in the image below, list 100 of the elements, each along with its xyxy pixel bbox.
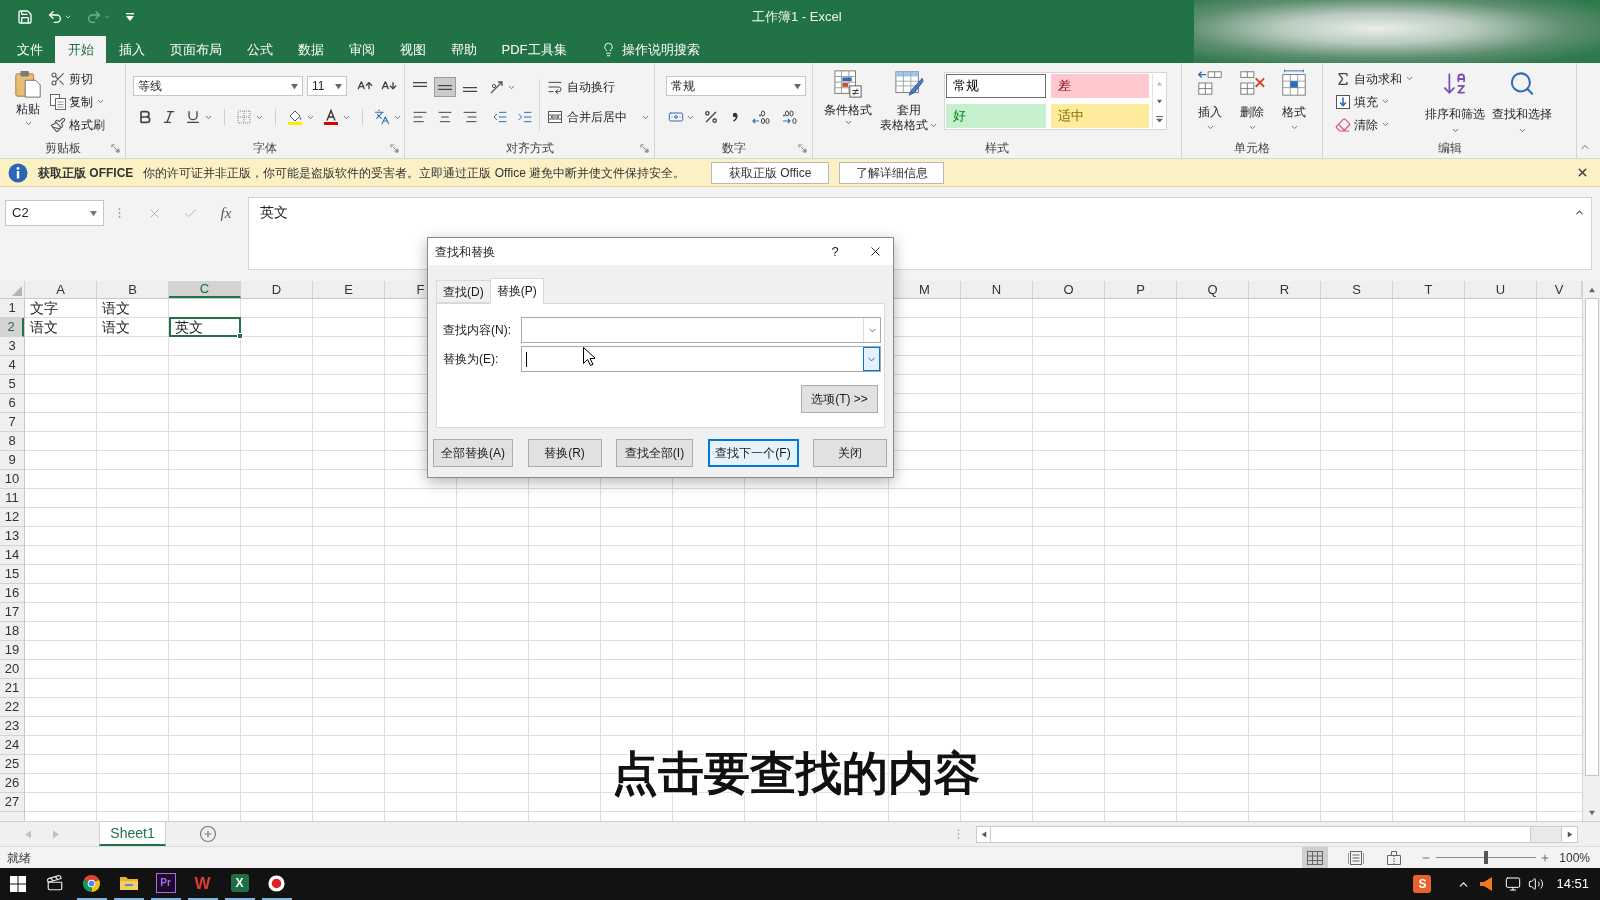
table-cell[interactable]: 语文 (25, 318, 97, 337)
dialog-tab[interactable]: 替换(P) (489, 278, 544, 304)
menu-tab[interactable]: 插入 (106, 36, 157, 63)
taskbar-button[interactable]: X (221, 868, 258, 900)
scroll-down-icon[interactable] (1155, 98, 1163, 104)
fill-handle-icon[interactable] (237, 333, 243, 339)
column-header[interactable]: U (1465, 281, 1537, 298)
insert-function-button[interactable]: fx (218, 201, 234, 225)
vertical-scrollbar[interactable] (1582, 281, 1600, 821)
combo-field[interactable] (521, 317, 881, 343)
table-cell[interactable]: 语文 (97, 318, 169, 337)
menu-tab[interactable]: 公式 (234, 36, 285, 63)
font-size-combo[interactable]: 11 (307, 76, 347, 96)
wrap-text-button[interactable]: 自动换行 (547, 77, 650, 97)
up-arrow-icon[interactable] (1587, 286, 1596, 293)
row-header[interactable]: 4 (0, 356, 24, 375)
cell-style-tile[interactable]: 差 (1051, 74, 1149, 98)
row-header[interactable]: 3 (0, 337, 24, 356)
dialog-launcher-icon[interactable] (111, 143, 120, 153)
row-header[interactable]: 19 (0, 641, 24, 660)
row-header[interactable]: 15 (0, 565, 24, 584)
table-cell[interactable]: 文字 (25, 299, 97, 318)
autosum-button[interactable]: 自动求和 (1335, 67, 1423, 90)
menu-tab[interactable]: 文件 (4, 36, 55, 63)
table-cell[interactable]: 语文 (97, 299, 169, 318)
dialog-button[interactable]: 替换(R) (527, 439, 602, 467)
column-header[interactable]: D (241, 281, 313, 298)
menu-tab[interactable]: 视图 (387, 36, 438, 63)
column-header[interactable]: P (1105, 281, 1177, 298)
cell-style-tile[interactable]: 适中 (1051, 104, 1149, 128)
row-header[interactable]: 8 (0, 432, 24, 451)
insert-cells-button[interactable]: 插入 (1189, 69, 1231, 137)
scrollbar-thumb[interactable] (1584, 298, 1599, 776)
format-cells-button[interactable]: 格式 (1273, 69, 1315, 137)
name-box[interactable]: C2 (5, 200, 104, 226)
font-name-combo[interactable]: 等线 (133, 76, 303, 96)
dialog-tab[interactable]: 查找(D) (436, 280, 490, 303)
row-header[interactable]: 21 (0, 679, 24, 698)
fill-button[interactable]: 填充 (1335, 90, 1423, 113)
dialog-button[interactable]: 全部替换(A) (433, 439, 513, 467)
table-cell[interactable]: 英文 (169, 317, 241, 337)
row-header[interactable]: 9 (0, 451, 24, 470)
conditional-format-button[interactable]: 条件格式 (818, 69, 878, 137)
sheet-tab[interactable]: Sheet1 (99, 822, 166, 846)
delete-cells-button[interactable]: 删除 (1231, 69, 1273, 137)
cut-button[interactable]: 剪切 (50, 67, 105, 90)
row-header[interactable]: 5 (0, 375, 24, 394)
column-header[interactable]: C (169, 281, 241, 298)
clear-button[interactable]: 清除 (1335, 113, 1423, 136)
row-header[interactable]: 12 (0, 508, 24, 527)
taskbar-button[interactable]: Pr (147, 868, 184, 900)
column-header[interactable]: N (961, 281, 1033, 298)
menu-tab[interactable]: 审阅 (336, 36, 387, 63)
row-header[interactable]: 25 (0, 755, 24, 774)
horizontal-scrollbar[interactable] (976, 825, 1578, 843)
scrollbar-thumb[interactable] (991, 826, 1531, 842)
row-header[interactable]: 7 (0, 413, 24, 432)
tell-me-search[interactable]: 操作说明搜索 (601, 36, 700, 63)
column-header[interactable]: S (1321, 281, 1393, 298)
row-header[interactable]: 18 (0, 622, 24, 641)
row-header[interactable]: 10 (0, 470, 24, 489)
notice-button[interactable]: 了解详细信息 (839, 161, 945, 184)
down-arrow-icon[interactable] (1587, 809, 1596, 816)
menu-tab[interactable]: 帮助 (438, 36, 489, 63)
row-header[interactable]: 13 (0, 527, 24, 546)
options-button[interactable]: 选项(T) >> (801, 385, 878, 413)
row-header[interactable]: 11 (0, 489, 24, 508)
dialog-launcher-icon[interactable] (640, 143, 649, 153)
notice-button[interactable]: 获取正版 Office (711, 161, 830, 184)
column-header[interactable]: R (1249, 281, 1321, 298)
copy-button[interactable]: 复制 (50, 90, 105, 113)
column-header[interactable]: T (1393, 281, 1465, 298)
dialog-button[interactable]: 查找下一个(F) (707, 439, 799, 467)
row-header[interactable]: 26 (0, 774, 24, 793)
format-as-table-button[interactable]: 套用 表格格式 (878, 69, 940, 137)
number-format-combo[interactable]: 常规 (666, 76, 806, 96)
cell-style-tile[interactable]: 常规 (946, 74, 1046, 98)
menu-tab[interactable]: PDF工具集 (489, 36, 579, 63)
menu-tab[interactable]: 开始 (55, 36, 106, 63)
column-header[interactable]: Q (1177, 281, 1249, 298)
grip-dots-icon[interactable] (957, 828, 960, 840)
row-header[interactable]: 16 (0, 584, 24, 603)
row-header[interactable]: 27 (0, 793, 24, 812)
dialog-button[interactable]: 关闭 (813, 439, 887, 467)
dialog-button[interactable]: 查找全部(I) (616, 439, 693, 467)
help-button[interactable]: ? (825, 241, 845, 262)
right-arrow-icon[interactable] (1566, 830, 1573, 838)
combo-field[interactable] (521, 346, 881, 372)
row-header[interactable]: 20 (0, 660, 24, 679)
column-header[interactable]: E (313, 281, 385, 298)
zoom-slider[interactable] (1436, 851, 1537, 864)
format-painter-button[interactable]: 格式刷 (50, 113, 105, 136)
close-icon[interactable] (1576, 166, 1589, 179)
row-header[interactable]: 22 (0, 698, 24, 717)
row-header[interactable]: 24 (0, 736, 24, 755)
row-header[interactable]: 6 (0, 394, 24, 413)
paste-button[interactable]: 粘贴 (8, 67, 48, 136)
more-styles-icon[interactable] (1155, 115, 1163, 123)
cell-style-tile[interactable]: 好 (946, 104, 1046, 128)
menu-tab[interactable]: 页面布局 (157, 36, 234, 63)
